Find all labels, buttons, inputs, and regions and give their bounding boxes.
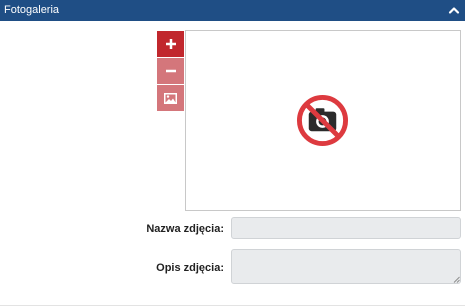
panel-title: Fotogaleria xyxy=(4,4,60,16)
photo-gallery-panel: Fotogaleria Nazwa zdjęcia: Opis zdjęcia: xyxy=(0,0,465,308)
plus-icon xyxy=(165,39,176,49)
chevron-up-icon[interactable] xyxy=(447,3,461,17)
photo-name-label: Nazwa zdjęcia: xyxy=(146,223,224,235)
minus-icon xyxy=(165,69,176,73)
image-icon xyxy=(164,92,177,104)
add-photo-button[interactable] xyxy=(157,31,184,57)
photo-description-textarea[interactable] xyxy=(231,249,461,284)
panel-bottom-border xyxy=(0,305,465,306)
remove-photo-button[interactable] xyxy=(157,58,184,84)
photo-name-input[interactable] xyxy=(231,217,461,239)
photo-description-label: Opis zdjęcia: xyxy=(156,262,224,274)
panel-header: Fotogaleria xyxy=(0,0,465,21)
no-photo-icon xyxy=(296,94,349,147)
view-image-button[interactable] xyxy=(157,85,184,111)
resize-grip-icon[interactable] xyxy=(453,276,460,283)
